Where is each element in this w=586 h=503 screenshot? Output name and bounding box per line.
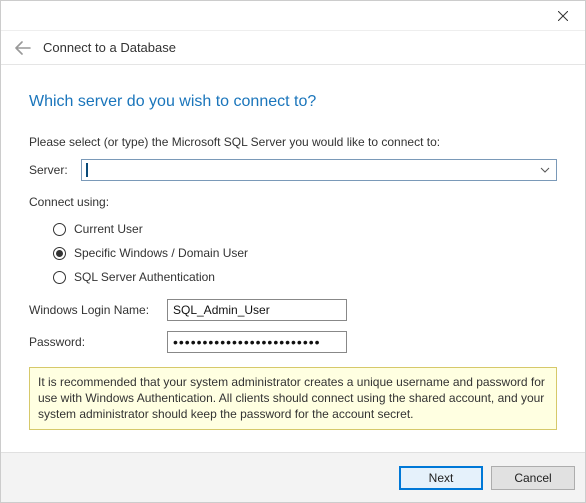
back-arrow-icon bbox=[15, 41, 31, 55]
radio-label: Specific Windows / Domain User bbox=[74, 246, 248, 260]
page-heading: Which server do you wish to connect to? bbox=[29, 93, 557, 111]
dialog-title: Connect to a Database bbox=[43, 40, 176, 55]
instruction-text: Please select (or type) the Microsoft SQ… bbox=[29, 135, 557, 149]
password-row: Password: ••••••••••••••••••••••••• bbox=[29, 331, 557, 353]
login-name-label: Windows Login Name: bbox=[29, 303, 159, 317]
close-button[interactable] bbox=[541, 1, 585, 30]
connect-using-label: Connect using: bbox=[29, 195, 557, 209]
radio-icon bbox=[53, 271, 66, 284]
window-titlebar bbox=[1, 1, 585, 31]
login-name-input[interactable] bbox=[167, 299, 347, 321]
dialog-content: Which server do you wish to connect to? … bbox=[1, 65, 585, 452]
radio-label: Current User bbox=[74, 222, 143, 236]
radio-icon bbox=[53, 247, 66, 260]
info-banner: It is recommended that your system admin… bbox=[29, 367, 557, 430]
radio-icon bbox=[53, 223, 66, 236]
text-cursor bbox=[86, 163, 88, 177]
password-input[interactable]: ••••••••••••••••••••••••• bbox=[167, 331, 347, 353]
close-icon bbox=[558, 11, 568, 21]
back-button[interactable] bbox=[15, 41, 31, 55]
radio-specific-windows-user[interactable]: Specific Windows / Domain User bbox=[53, 241, 557, 265]
next-button[interactable]: Next bbox=[399, 466, 483, 490]
server-label: Server: bbox=[29, 163, 73, 177]
password-label: Password: bbox=[29, 335, 159, 349]
radio-sql-auth[interactable]: SQL Server Authentication bbox=[53, 265, 557, 289]
dialog-footer: Next Cancel bbox=[1, 452, 585, 502]
login-name-row: Windows Login Name: bbox=[29, 299, 557, 321]
radio-current-user[interactable]: Current User bbox=[53, 217, 557, 241]
server-row: Server: bbox=[29, 159, 557, 181]
radio-label: SQL Server Authentication bbox=[74, 270, 215, 284]
chevron-down-icon bbox=[540, 167, 550, 173]
auth-radio-group: Current User Specific Windows / Domain U… bbox=[29, 217, 557, 289]
cancel-button[interactable]: Cancel bbox=[491, 466, 575, 490]
dialog-header: Connect to a Database bbox=[1, 31, 585, 65]
server-combobox[interactable] bbox=[81, 159, 557, 181]
